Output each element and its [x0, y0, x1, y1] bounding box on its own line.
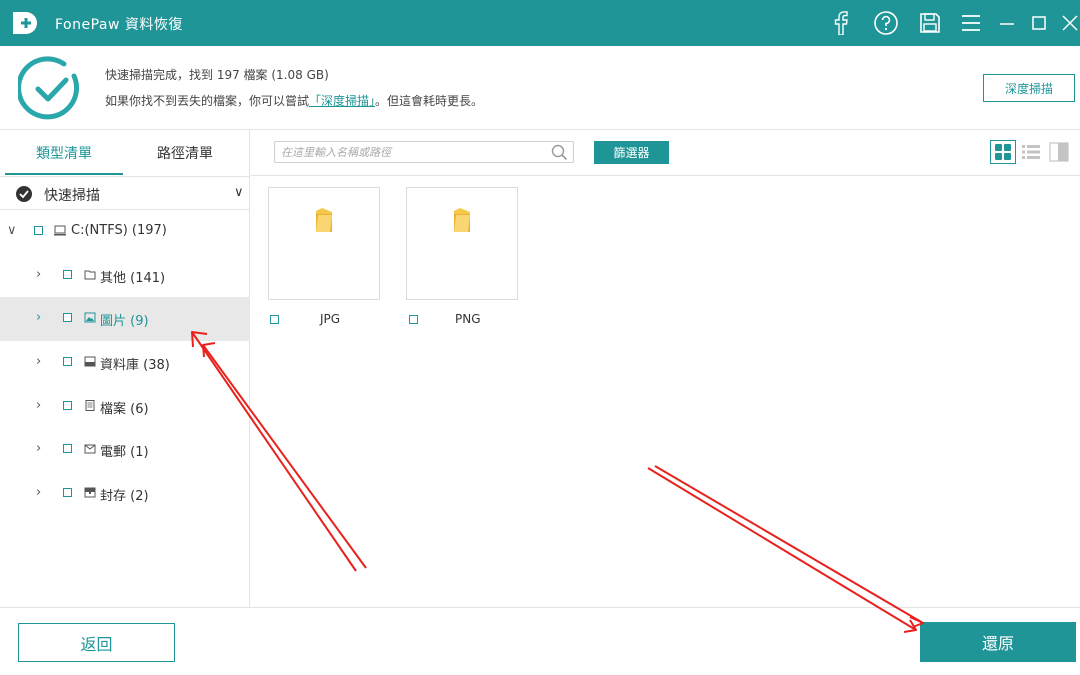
filter-button[interactable]: 篩選器 — [594, 141, 669, 164]
tree-item-label: 檔案 (6) — [100, 402, 149, 417]
tab-type-list[interactable]: 類型清單 — [5, 130, 123, 176]
folder-icon — [316, 208, 332, 232]
tree-checkbox[interactable] — [63, 313, 72, 322]
tab-path-list[interactable]: 路徑清單 — [125, 130, 245, 176]
tree-item-email[interactable]: › 電郵 (1) — [0, 428, 250, 472]
tree-item-database[interactable]: › 資料庫 (38) — [0, 341, 250, 385]
facebook-icon[interactable] — [831, 10, 851, 36]
maximize-icon[interactable] — [1029, 10, 1049, 36]
deep-scan-link[interactable]: 「深度掃描」 — [309, 94, 375, 108]
tree-checkbox[interactable] — [34, 226, 43, 235]
footer-bar: 返回 還原 — [0, 607, 1080, 675]
fonepaw-logo — [13, 12, 37, 34]
expand-arrow-icon[interactable]: › — [36, 398, 41, 413]
expand-arrow-icon[interactable]: › — [36, 485, 41, 500]
search-icon[interactable] — [551, 144, 568, 161]
deep-scan-hint: 如果你找不到丟失的檔案，你可以嘗試「深度掃描」。但這會耗時更長。 — [105, 92, 483, 109]
checkmark-icon — [16, 186, 32, 202]
search-box[interactable] — [274, 141, 574, 163]
file-name: PNG — [455, 312, 481, 326]
recover-button[interactable]: 還原 — [920, 622, 1076, 662]
deep-scan-hint-suffix: 。但這會耗時更長。 — [375, 94, 484, 108]
app-title: FonePaw 資料恢復 — [55, 17, 183, 33]
active-tab-indicator — [5, 173, 123, 175]
scan-status-bar: 快速掃描完成，找到 197 檔案 (1.08 GB) 如果你找不到丟失的檔案，你… — [0, 46, 1080, 130]
sidebar-tabs: 類型清單 路徑清單 — [0, 130, 250, 176]
scan-mode-label: 快速掃描 — [44, 188, 100, 204]
menu-icon[interactable] — [960, 10, 982, 36]
database-icon — [84, 356, 96, 367]
file-card-jpg[interactable] — [268, 187, 380, 300]
tree-item-archive[interactable]: › 封存 (2) — [0, 472, 250, 516]
folder-icon — [454, 208, 470, 232]
minimize-icon[interactable] — [997, 10, 1017, 36]
tree-item-images[interactable]: › 圖片 (9) — [0, 297, 250, 341]
detail-view-icon[interactable] — [1046, 140, 1072, 164]
tree-item-label: 電郵 (1) — [100, 445, 149, 460]
tree-item-label: 資料庫 (38) — [100, 358, 170, 373]
archive-icon — [84, 487, 96, 498]
tree-checkbox[interactable] — [63, 444, 72, 453]
file-name: JPG — [320, 312, 341, 326]
back-button[interactable]: 返回 — [18, 623, 175, 662]
file-checkbox-png[interactable] — [409, 315, 418, 324]
tree-checkbox[interactable] — [63, 270, 72, 279]
folder-icon — [84, 270, 96, 280]
close-icon[interactable] — [1060, 10, 1080, 36]
document-icon — [85, 400, 95, 411]
tree-item-other[interactable]: › 其他 (141) — [0, 254, 250, 298]
image-icon — [84, 312, 96, 323]
grid-view-icon[interactable] — [990, 140, 1016, 164]
tree-item-label: 其他 (141) — [100, 271, 166, 286]
list-view-icon[interactable] — [1018, 140, 1044, 164]
tree-item-label: C:(NTFS) (197) — [71, 223, 167, 238]
file-toolbar: 篩選器 — [251, 130, 1080, 176]
tree-item-drive-c[interactable]: ∨ C:(NTFS) (197) — [0, 210, 250, 254]
file-card-png[interactable] — [406, 187, 518, 300]
tree-checkbox[interactable] — [63, 488, 72, 497]
save-icon[interactable] — [918, 10, 942, 36]
drive-icon — [54, 225, 66, 236]
tree-item-documents[interactable]: › 檔案 (6) — [0, 385, 250, 429]
deep-scan-hint-prefix: 如果你找不到丟失的檔案，你可以嘗試 — [105, 94, 310, 108]
scan-result-text: 快速掃描完成，找到 197 檔案 (1.08 GB) — [105, 68, 329, 82]
file-grid: JPG PNG — [251, 177, 1080, 607]
file-checkbox-jpg[interactable] — [270, 315, 279, 324]
help-icon[interactable] — [872, 10, 900, 36]
expand-arrow-icon[interactable]: › — [36, 354, 41, 369]
scan-mode-selector[interactable]: 快速掃描 ∨ — [0, 176, 250, 210]
tree-item-label: 封存 (2) — [100, 489, 149, 504]
email-icon — [84, 444, 96, 454]
sidebar: 類型清單 路徑清單 快速掃描 ∨ ∨ C:(NTFS) (197) › 其他 (… — [0, 130, 250, 607]
expand-arrow-icon[interactable]: › — [36, 310, 41, 325]
title-bar: FonePaw 資料恢復 — [0, 0, 1080, 46]
search-input[interactable] — [281, 144, 543, 160]
scan-complete-check-icon — [18, 56, 80, 120]
tree-item-label: 圖片 (9) — [100, 314, 149, 329]
chevron-down-icon[interactable]: ∨ — [234, 185, 244, 200]
expand-arrow-icon[interactable]: ∨ — [7, 223, 17, 238]
tree-checkbox[interactable] — [63, 401, 72, 410]
tree-checkbox[interactable] — [63, 357, 72, 366]
expand-arrow-icon[interactable]: › — [36, 441, 41, 456]
deep-scan-button[interactable]: 深度掃描 — [983, 74, 1075, 102]
expand-arrow-icon[interactable]: › — [36, 267, 41, 282]
